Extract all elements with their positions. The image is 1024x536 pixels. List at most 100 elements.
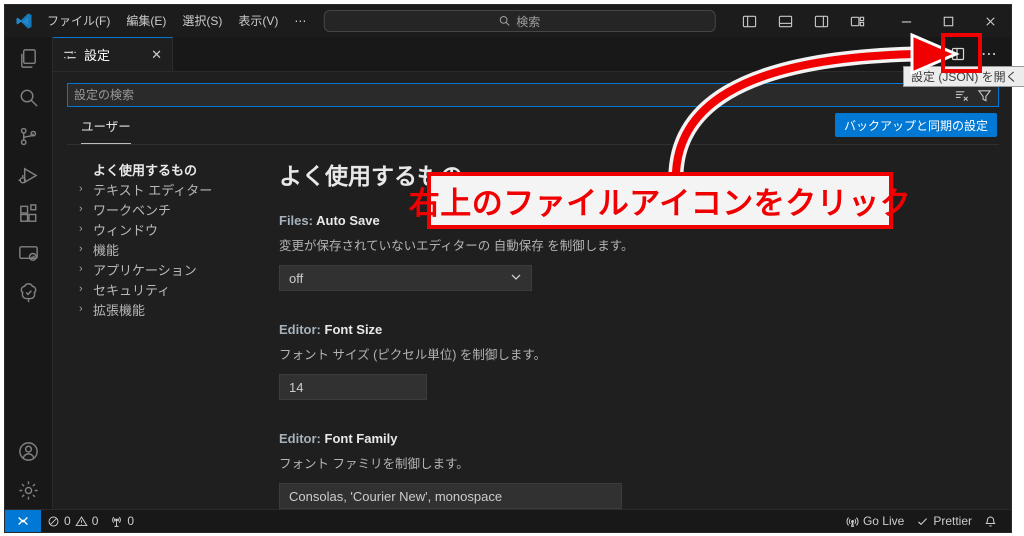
toggle-panel-icon[interactable] xyxy=(771,7,799,35)
go-live-button[interactable]: Go Live xyxy=(840,510,910,532)
go-live-label: Go Live xyxy=(862,514,905,528)
toc-item-commonly-used[interactable]: よく使用するもの xyxy=(79,159,265,179)
tree-check-icon[interactable] xyxy=(16,279,42,305)
ports-count: 0 xyxy=(127,514,135,528)
settings-search-icons xyxy=(954,88,992,103)
menu-selection[interactable]: 選択(S) xyxy=(174,10,230,32)
screenshot-stage: ファイル(F) 編集(E) 選択(S) 表示(V) ⋯ 検索 設定 ✕ ⋯ 設定… xyxy=(0,0,1024,536)
settings-editor: ユーザー バックアップと同期の設定 よく使用するもの › テキスト エディター ›… xyxy=(53,72,1011,509)
setting-description: フォント ファミリを制御します。 xyxy=(279,457,469,471)
backup-sync-button[interactable]: バックアップと同期の設定 xyxy=(834,113,997,137)
toc-label: アプリケーション xyxy=(93,262,197,278)
auto-save-select[interactable]: off xyxy=(279,265,532,291)
chevron-right-icon: › xyxy=(79,303,83,315)
search-icon xyxy=(500,15,511,26)
problems-indicator[interactable]: 0 0 xyxy=(41,510,104,532)
tab-label: 設定 xyxy=(84,48,111,63)
toc-item-window[interactable]: › ウィンドウ xyxy=(79,219,265,239)
toc-label: セキュリティ xyxy=(93,282,171,298)
setting-description: 変更が保存されていないエディターの 自動保存 を制御します。 xyxy=(279,239,634,253)
menu-view[interactable]: 表示(V) xyxy=(230,10,286,32)
activity-bar xyxy=(5,37,53,509)
settings-toc: よく使用するもの › テキスト エディター › ワークベンチ › ウィンドウ › 機能 … xyxy=(53,145,265,509)
setting-editor-font-family: Editor: Font Family フォント ファミリを制御します。 Con… xyxy=(279,431,991,509)
prettier-button[interactable]: Prettier xyxy=(910,510,978,532)
run-debug-icon[interactable] xyxy=(16,162,42,188)
vscode-logo-icon xyxy=(16,13,32,29)
setting-label: Editor: Font Size xyxy=(279,322,991,337)
toc-label: ワークベンチ xyxy=(93,202,172,218)
tab-settings[interactable]: 設定 ✕ xyxy=(53,37,173,71)
setting-category: Editor: xyxy=(279,431,321,446)
search-sidebar-icon[interactable] xyxy=(16,84,42,110)
toc-item-features[interactable]: › 機能 xyxy=(79,239,265,259)
toc-item-workbench[interactable]: › ワークベンチ xyxy=(79,199,265,219)
editor-column: 設定 ✕ ⋯ 設定の検索 ユーザー バックアップと同期の設定 よく使用するもの … xyxy=(53,37,1011,509)
source-control-icon[interactable] xyxy=(16,123,42,149)
account-icon[interactable] xyxy=(16,438,42,464)
remote-indicator[interactable] xyxy=(5,510,41,532)
font-size-input[interactable]: 14 xyxy=(279,374,427,400)
annotation-highlight-frame xyxy=(941,33,982,73)
toc-label: 拡張機能 xyxy=(93,302,146,318)
setting-category: Editor: xyxy=(279,322,321,337)
chevron-right-icon: › xyxy=(79,203,83,215)
go-live-icon xyxy=(846,516,859,527)
settings-search-bar xyxy=(67,83,999,107)
chevron-down-icon xyxy=(510,271,522,286)
remote-icon xyxy=(18,517,28,525)
toc-item-application[interactable]: › アプリケーション xyxy=(79,259,265,279)
warnings-icon xyxy=(75,515,88,526)
toc-label: テキスト エディター xyxy=(93,182,213,198)
minimize-button[interactable] xyxy=(885,5,927,37)
prettier-label: Prettier xyxy=(933,514,972,528)
auto-save-value: off xyxy=(289,270,304,286)
toc-label: 機能 xyxy=(93,242,120,258)
settings-sliders-icon xyxy=(64,50,76,59)
menu-file[interactable]: ファイル(F) xyxy=(39,10,118,32)
menu-edit[interactable]: 編集(E) xyxy=(118,10,174,32)
errors-icon xyxy=(48,516,59,526)
font-family-input[interactable]: Consolas, 'Courier New', monospace xyxy=(279,483,622,509)
setting-editor-font-size: Editor: Font Size フォント サイズ (ピクセル単位) を制御し… xyxy=(279,322,991,400)
notifications-bell[interactable] xyxy=(978,510,1003,532)
menu-overflow[interactable]: ⋯ xyxy=(286,10,314,32)
settings-search-input[interactable] xyxy=(74,88,954,102)
status-bar: 0 0 0 Go Live Prettier xyxy=(5,509,1011,532)
extensions-icon[interactable] xyxy=(16,201,42,227)
toggle-secondary-sidebar-icon[interactable] xyxy=(807,7,835,35)
customize-layout-icon[interactable] xyxy=(843,7,871,35)
toc-item-text-editor[interactable]: › テキスト エディター xyxy=(79,179,265,199)
scope-tab-user[interactable]: ユーザー xyxy=(81,116,131,144)
warnings-count: 0 xyxy=(91,514,99,528)
command-center-label: 検索 xyxy=(516,14,541,29)
settings-gear-icon[interactable] xyxy=(16,477,42,503)
setting-name: Font Family xyxy=(324,431,398,446)
chevron-right-icon: › xyxy=(79,223,83,235)
remote-explorer-icon[interactable] xyxy=(16,240,42,266)
toc-item-extensions[interactable]: › 拡張機能 xyxy=(79,299,265,319)
toc-label: よく使用するもの xyxy=(93,162,198,178)
explorer-icon[interactable] xyxy=(16,45,42,71)
settings-scope-row: ユーザー バックアップと同期の設定 xyxy=(67,113,999,145)
title-bar: ファイル(F) 編集(E) 選択(S) 表示(V) ⋯ 検索 xyxy=(5,5,1011,37)
setting-label: Editor: Font Family xyxy=(279,431,991,446)
filter-icon[interactable] xyxy=(977,88,992,103)
command-center-search[interactable]: 検索 xyxy=(323,10,716,32)
toggle-sidebar-icon[interactable] xyxy=(735,7,763,35)
tab-bar: 設定 ✕ ⋯ xyxy=(53,37,1011,72)
errors-count: 0 xyxy=(64,514,71,528)
ports-indicator[interactable]: 0 xyxy=(104,510,140,532)
broadcast-tower-icon xyxy=(112,516,122,527)
chevron-right-icon: › xyxy=(79,263,83,275)
toc-item-security[interactable]: › セキュリティ xyxy=(79,279,265,299)
setting-name: Auto Save xyxy=(316,213,380,228)
layout-controls xyxy=(735,7,871,35)
toc-label: ウィンドウ xyxy=(93,222,159,238)
annotation-text: 右上のファイルアイコンをクリック xyxy=(408,186,912,221)
tab-close-icon[interactable]: ✕ xyxy=(151,47,162,63)
annotation-callout: 右上のファイルアイコンをクリック xyxy=(409,172,911,229)
clear-filters-icon[interactable] xyxy=(954,88,969,103)
more-actions-icon[interactable]: ⋯ xyxy=(981,44,997,64)
chevron-right-icon: › xyxy=(79,183,83,195)
